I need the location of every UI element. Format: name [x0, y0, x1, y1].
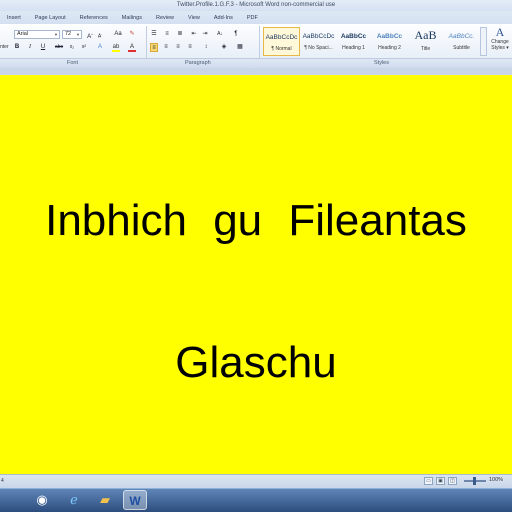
window-title-bar: Twitter.Profile.1.G.F.3 - Microsoft Word…	[0, 0, 512, 11]
group-label-styles: Styles	[374, 60, 389, 66]
internet-explorer-icon[interactable]: ℯ	[62, 490, 86, 510]
style-no-spacing[interactable]: AaBbCcDc ¶ No Spaci...	[300, 27, 337, 56]
justify-icon[interactable]: ≡	[186, 43, 194, 52]
shading-icon[interactable]: ◈	[220, 43, 228, 52]
chevron-down-icon[interactable]: ▼	[54, 31, 58, 38]
font-color-icon[interactable]: A	[128, 43, 136, 52]
font-size-combo[interactable]: 72 ▼	[62, 30, 82, 39]
align-center-icon[interactable]: ≡	[162, 43, 170, 52]
style-sample: AaBbCc.	[448, 33, 475, 40]
align-right-icon[interactable]: ≡	[174, 43, 182, 52]
font-name-combo[interactable]: Arial ▼	[14, 30, 60, 39]
document-line-2[interactable]: Glaschu	[0, 338, 512, 388]
style-name: ¶ Normal	[271, 46, 292, 52]
text-effects-icon[interactable]: A	[96, 43, 104, 52]
multilevel-list-icon[interactable]: ≣	[176, 30, 184, 39]
tab-page-layout[interactable]: Page Layout	[28, 15, 73, 21]
word-taskbar-icon[interactable]: W	[123, 490, 147, 510]
web-layout-icon[interactable]: ◫	[448, 477, 457, 485]
style-sample: AaB	[414, 28, 437, 42]
style-sample: AaBbCcDc	[265, 34, 298, 41]
style-title[interactable]: AaB Title	[407, 27, 444, 56]
change-styles-label-line2: Styles ▾	[491, 45, 509, 51]
tab-add-ins[interactable]: Add-Ins	[207, 15, 240, 21]
tab-view[interactable]: View	[181, 15, 207, 21]
grow-font-icon[interactable]: A+	[86, 30, 94, 40]
tab-references[interactable]: References	[73, 15, 115, 21]
font-size-value: 72	[65, 31, 72, 37]
shrink-font-icon[interactable]: A-	[96, 30, 104, 40]
style-normal[interactable]: AaBbCcDc ¶ Normal	[263, 27, 300, 56]
italic-icon[interactable]: I	[26, 43, 34, 52]
document-page[interactable]	[0, 75, 512, 474]
numbering-icon[interactable]: ≡	[163, 30, 171, 39]
clear-formatting-icon[interactable]: ✎	[128, 30, 136, 39]
styles-gallery-scroll[interactable]	[480, 27, 487, 56]
tab-insert[interactable]: Insert	[0, 15, 28, 21]
group-label-font: Font	[67, 60, 79, 66]
change-case-icon[interactable]: Aa	[112, 30, 124, 39]
ribbon-group-labels: Font Paragraph Styles	[0, 58, 512, 68]
decrease-indent-icon[interactable]: ⇤	[190, 30, 198, 39]
style-subtitle[interactable]: AaBbCc. Subtitle	[443, 27, 480, 56]
align-left-icon[interactable]: ≡	[150, 43, 158, 52]
ribbon-tabs: Insert Page Layout References Mailings R…	[0, 11, 512, 24]
style-sample: AaBbCcDc	[302, 33, 335, 40]
start-orb-icon[interactable]: ◉	[30, 490, 54, 510]
bold-icon[interactable]: B	[13, 43, 21, 52]
style-name: Subtitle	[453, 45, 470, 51]
tab-pdf[interactable]: PDF	[240, 15, 265, 21]
status-page-count[interactable]: 4	[1, 478, 4, 484]
style-heading-2[interactable]: AaBbCc Heading 2	[371, 27, 408, 56]
change-styles-icon: A	[495, 25, 505, 39]
file-explorer-icon[interactable]: ▰	[93, 490, 117, 510]
line-spacing-icon[interactable]: ↕	[202, 43, 210, 52]
style-sample: AaBbCc	[376, 33, 403, 40]
sort-icon[interactable]: A↓	[216, 30, 224, 39]
style-name: Title	[420, 46, 431, 52]
underline-icon[interactable]: U	[39, 43, 47, 52]
chevron-down-icon[interactable]: ▼	[76, 31, 80, 38]
print-layout-icon[interactable]: ▭	[424, 477, 433, 485]
full-screen-icon[interactable]: ▣	[436, 477, 445, 485]
style-name: ¶ No Spaci...	[304, 45, 333, 51]
tab-review[interactable]: Review	[149, 15, 181, 21]
font-name-value: Arial	[17, 31, 29, 37]
superscript-icon[interactable]: x²	[80, 43, 88, 52]
zoom-slider-thumb[interactable]	[473, 477, 476, 485]
borders-icon[interactable]: ▦	[236, 43, 244, 52]
subscript-icon[interactable]: x₂	[68, 43, 76, 52]
document-area-margin	[0, 68, 512, 75]
style-name: Heading 2	[378, 45, 401, 51]
tab-mailings[interactable]: Mailings	[115, 15, 149, 21]
style-name: Heading 1	[342, 45, 365, 51]
zoom-level[interactable]: 100%	[489, 477, 503, 483]
style-sample: AaBbCc	[340, 33, 367, 40]
bullets-icon[interactable]: ☰	[150, 30, 158, 39]
change-styles-button[interactable]: A Change Styles ▾	[488, 25, 512, 52]
window-title: Twitter.Profile.1.G.F.3 - Microsoft Word…	[176, 2, 336, 8]
document-line-1[interactable]: Inbhich gu Fileantas	[0, 196, 512, 246]
style-heading-1[interactable]: AaBbCc Heading 1	[335, 27, 372, 56]
increase-indent-icon[interactable]: ⇥	[201, 30, 209, 39]
pilcrow-icon[interactable]: ¶	[232, 30, 240, 39]
highlight-color-icon[interactable]: ab	[112, 43, 120, 52]
paste-format-painter-label[interactable]: nter	[0, 44, 9, 50]
group-label-paragraph: Paragraph	[185, 60, 211, 66]
strikethrough-icon[interactable]: abc	[55, 43, 63, 52]
